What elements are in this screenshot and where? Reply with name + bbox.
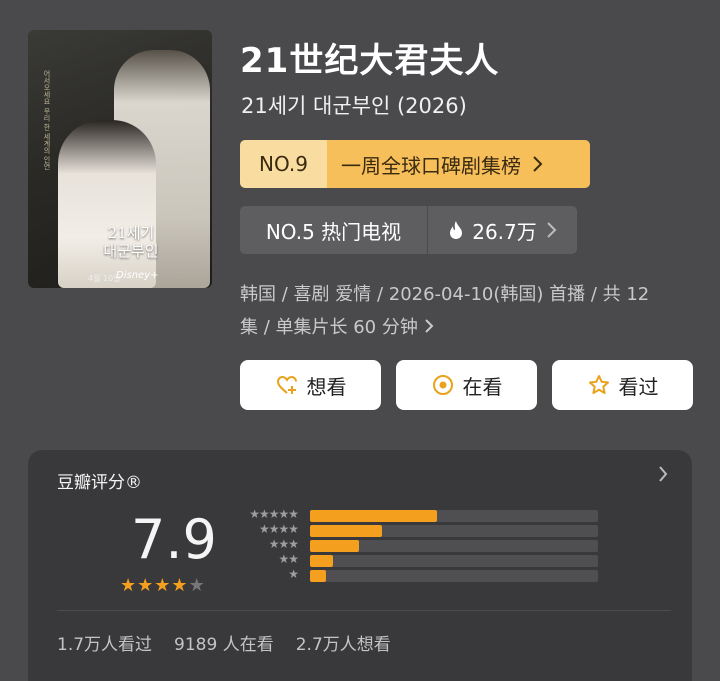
want-to-watch-label: 想看: [306, 374, 347, 399]
distribution-track: [310, 540, 598, 552]
target-circle-icon: [432, 375, 453, 395]
distribution-star-label: ★★★★: [258, 522, 299, 536]
star-filled-icon: ★: [120, 575, 137, 596]
poster-title: 21세기 대군부인: [86, 224, 176, 260]
poster-vertical-text: 어서오세요 우리 한 세계의 인연: [43, 70, 51, 170]
chevron-right-icon[interactable]: [658, 466, 668, 487]
distribution-bar: [310, 540, 359, 552]
heat-value: 26.7万: [472, 219, 537, 244]
drama-meta-info[interactable]: 韩国 / 喜剧 爱情 / 2026-04-10(韩国) 首播 / 共 12 集 …: [240, 278, 690, 344]
distribution-bar: [310, 555, 334, 567]
watching-count[interactable]: 9189 人在看: [174, 630, 274, 655]
audience-counts: 1.7万人看过 9189 人在看 2.7万人想看: [57, 630, 391, 655]
meta-line-2: 集 / 单集片长 60 分钟: [240, 317, 418, 338]
star-filled-icon: ★: [171, 575, 188, 596]
distribution-star-label: ★★★: [268, 537, 299, 551]
rank-list-label: 一周全球口碑剧集榜: [341, 153, 521, 178]
watched-button[interactable]: 看过: [552, 360, 693, 410]
chevron-right-icon: [533, 156, 543, 172]
distribution-bar: [310, 510, 437, 522]
distribution-track: [310, 570, 598, 582]
distribution-row: ★★: [236, 552, 598, 567]
distribution-track: [310, 510, 598, 522]
watching-button[interactable]: 在看: [396, 360, 537, 410]
want-to-watch-button[interactable]: 想看: [240, 360, 381, 410]
distribution-row: ★★★: [236, 537, 598, 552]
rank-number: NO.9: [240, 140, 327, 188]
rank-list-label-wrap: 一周全球口碑剧集榜: [327, 140, 590, 188]
meta-line-1: 韩国 / 喜剧 爱情 / 2026-04-10(韩国) 首播 / 共 12: [240, 284, 650, 305]
star-empty-icon: ★: [188, 575, 205, 596]
watched-label: 看过: [618, 374, 659, 399]
watching-label: 在看: [462, 374, 503, 399]
distribution-row: ★★★★: [236, 522, 598, 537]
distribution-track: [310, 525, 598, 537]
distribution-row: ★★★★★: [236, 507, 598, 522]
distribution-bar: [310, 525, 382, 537]
meta-line-2-wrap: 集 / 单集片长 60 分钟: [240, 311, 690, 344]
distribution-row: ★: [236, 567, 598, 582]
star-outline-icon: [588, 375, 609, 394]
star-filled-icon: ★: [154, 575, 171, 596]
hot-tv-badge[interactable]: NO.5 热门电视 26.7万: [240, 206, 577, 254]
poster-image[interactable]: 어서오세요 우리 한 세계의 인연 21세기 대군부인 4월 10일 Disne…: [28, 30, 212, 288]
poster-title-line2: 대군부인: [103, 242, 159, 260]
distribution-star-label: ★: [288, 567, 299, 581]
weekly-rank-badge[interactable]: NO.9 一周全球口碑剧集榜: [240, 140, 590, 188]
watched-count[interactable]: 1.7万人看过: [57, 630, 152, 655]
heart-plus-icon: [276, 375, 297, 394]
hot-tv-rank: NO.5 热门电视: [240, 206, 428, 254]
poster-figure-woman: [58, 120, 156, 288]
chevron-right-icon: [424, 319, 434, 333]
poster-brand-logo: Disney+: [116, 270, 159, 281]
rating-stars: ★ ★ ★ ★ ★: [120, 575, 205, 596]
drama-subtitle: 21세기 대군부인 (2026): [241, 94, 467, 118]
divider: [57, 610, 671, 611]
star-filled-icon: ★: [137, 575, 154, 596]
drama-title: 21世纪大君夫人: [240, 41, 500, 81]
distribution-track: [310, 555, 598, 567]
distribution-star-label: ★★★★★: [249, 507, 299, 521]
distribution-star-label: ★★: [278, 552, 298, 566]
rating-score: 7.9: [131, 508, 217, 571]
chevron-right-icon: [547, 222, 557, 238]
want-count[interactable]: 2.7万人想看: [296, 630, 391, 655]
douban-rating-label: 豆瓣评分®: [57, 473, 142, 493]
douban-rating-panel[interactable]: 豆瓣评分® 7.9 ★ ★ ★ ★ ★ ★★★★★ ★★★★ ★★★ ★★ ★ 1.7万人看过 …: [28, 450, 692, 681]
poster-title-line1: 21세기: [107, 224, 155, 242]
flame-icon: [450, 221, 463, 239]
distribution-bar: [310, 570, 326, 582]
heat-wrap: 26.7万: [428, 206, 577, 254]
